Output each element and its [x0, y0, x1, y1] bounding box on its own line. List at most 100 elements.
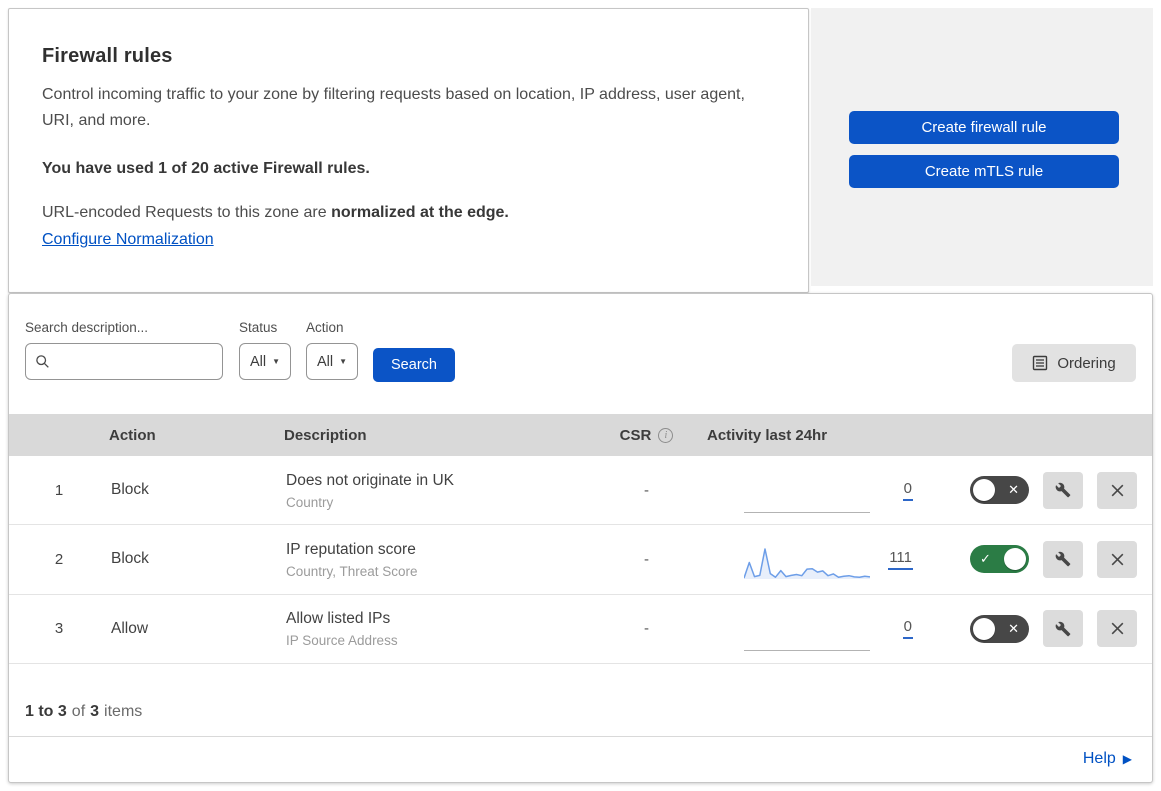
info-icon[interactable]: i: [658, 427, 674, 443]
normalization-prefix: URL-encoded Requests to this zone are: [42, 204, 332, 221]
rule-priority: 1: [54, 481, 64, 499]
rule-enabled-toggle[interactable]: ✓ ✕: [970, 614, 1029, 643]
header-csr-label: CSR: [619, 426, 652, 444]
page-description: Control incoming traffic to your zone by…: [42, 86, 745, 129]
header-activity: Activity last 24hr: [707, 426, 828, 444]
wrench-icon: [1055, 621, 1071, 637]
table-header: Action Description CSR i Activity last 2…: [9, 414, 1152, 456]
check-icon: ✓: [980, 551, 991, 567]
firewall-rules-page: Firewall rules Control incoming traffic …: [0, 0, 1161, 791]
rule-priority: 2: [54, 550, 64, 568]
ordering-icon: [1033, 355, 1048, 371]
close-icon: [1111, 553, 1123, 566]
status-filter-group: Status All ▼: [239, 320, 292, 380]
rule-controls: ✓ ✕: [919, 471, 1152, 509]
activity-sparkline: [743, 545, 871, 583]
delete-rule-button[interactable]: [1097, 471, 1137, 509]
header-csr: CSR i: [594, 427, 699, 444]
filter-bar: Search description... Status All ▼ Actio…: [9, 294, 1152, 414]
close-icon: [1111, 484, 1123, 497]
action-filter-group: Action All ▼: [306, 320, 359, 380]
help-link[interactable]: Help ▶: [1083, 750, 1132, 768]
rule-priority: 3: [54, 620, 64, 638]
toggle-knob: [1004, 548, 1026, 571]
help-bar: Help ▶: [9, 735, 1152, 782]
edit-rule-button[interactable]: [1043, 540, 1083, 578]
rule-csr: -: [644, 481, 649, 499]
page-title: Firewall rules: [42, 45, 173, 67]
items-text: items: [104, 702, 143, 720]
rule-description-cell: Allow listed IPs IP Source Address: [284, 609, 594, 648]
rule-activity-cell: 0: [699, 606, 919, 652]
rule-controls: ✓ ✕: [919, 610, 1152, 648]
chevron-down-icon: ▼: [272, 357, 281, 366]
rule-fields: IP Source Address: [286, 633, 398, 649]
rule-description: IP reputation score: [286, 540, 416, 558]
close-icon: [1111, 622, 1123, 635]
help-label: Help: [1082, 750, 1116, 768]
chevron-down-icon: ▼: [339, 357, 348, 366]
intro-card: Firewall rules Control incoming traffic …: [8, 8, 809, 293]
rule-csr: -: [644, 550, 649, 568]
rule-controls: ✓ ✕: [919, 540, 1152, 578]
rules-list-card: Search description... Status All ▼ Actio…: [8, 293, 1153, 783]
search-input[interactable]: [57, 353, 213, 370]
status-dropdown-value: All: [250, 353, 267, 370]
delete-rule-button[interactable]: [1097, 540, 1137, 578]
rule-activity-cell: 0: [699, 468, 919, 513]
configure-normalization-link[interactable]: Configure Normalization: [42, 231, 214, 249]
activity-count-link[interactable]: 111: [888, 549, 913, 570]
cross-icon: ✕: [1008, 620, 1019, 636]
search-group: Search description...: [25, 320, 223, 380]
search-box[interactable]: [25, 343, 223, 380]
of-text: of: [71, 702, 86, 720]
table-row: 1 Block Does not originate in UK Country…: [9, 456, 1152, 526]
rule-csr: -: [644, 620, 649, 638]
rule-fields: Country, Threat Score: [286, 563, 418, 579]
rule-enabled-toggle[interactable]: ✓ ✕: [970, 476, 1029, 505]
edit-rule-button[interactable]: [1043, 471, 1083, 509]
toggle-knob: [973, 617, 995, 640]
edit-rule-button[interactable]: [1043, 610, 1083, 648]
arrow-right-icon: ▶: [1122, 752, 1132, 767]
rule-description: Does not originate in UK: [286, 471, 455, 489]
activity-sparkline: [744, 478, 870, 513]
activity-count-link[interactable]: 0: [902, 618, 913, 640]
search-button[interactable]: Search: [373, 348, 455, 382]
table-row: 2 Block IP reputation score Country, Thr…: [9, 525, 1152, 595]
action-dropdown[interactable]: All ▼: [306, 343, 359, 380]
activity-sparkline: [744, 616, 870, 652]
rule-description-cell: Does not originate in UK Country: [284, 471, 594, 510]
ordering-button-label: Ordering: [1057, 354, 1116, 372]
activity-count-link[interactable]: 0: [902, 480, 913, 501]
actions-panel: Create firewall rule Create mTLS rule: [811, 8, 1153, 286]
total-text: 3: [90, 702, 100, 720]
rule-enabled-toggle[interactable]: ✓ ✕: [970, 545, 1029, 574]
create-mtls-rule-button[interactable]: Create mTLS rule: [849, 155, 1119, 188]
wrench-icon: [1055, 552, 1071, 567]
rule-activity-cell: 111: [699, 535, 919, 583]
normalization-bold: normalized at the edge.: [331, 204, 509, 221]
rule-fields: Country: [286, 494, 334, 510]
normalization-text: URL-encoded Requests to this zone are no…: [42, 204, 768, 222]
table-row: 3 Allow Allow listed IPs IP Source Addre…: [9, 595, 1152, 664]
create-firewall-rule-button[interactable]: Create firewall rule: [849, 111, 1119, 144]
ordering-button[interactable]: Ordering: [1012, 344, 1136, 382]
action-label: Action: [306, 320, 344, 335]
rule-action: Block: [111, 550, 149, 568]
rule-action: Allow: [111, 619, 149, 637]
header-description: Description: [284, 426, 367, 444]
wrench-icon: [1055, 482, 1071, 498]
cross-icon: ✕: [1008, 482, 1019, 498]
rule-action: Block: [111, 481, 149, 499]
status-dropdown[interactable]: All ▼: [239, 343, 292, 380]
range-text: 1 to 3: [25, 702, 67, 720]
header-action: Action: [109, 426, 156, 444]
action-dropdown-value: All: [317, 353, 334, 370]
search-label: Search description...: [25, 320, 149, 335]
rule-description-cell: IP reputation score Country, Threat Scor…: [284, 540, 594, 579]
rule-description: Allow listed IPs: [286, 610, 391, 628]
toggle-knob: [973, 479, 995, 502]
usage-notice: You have used 1 of 20 active Firewall ru…: [42, 160, 370, 177]
delete-rule-button[interactable]: [1097, 610, 1137, 648]
